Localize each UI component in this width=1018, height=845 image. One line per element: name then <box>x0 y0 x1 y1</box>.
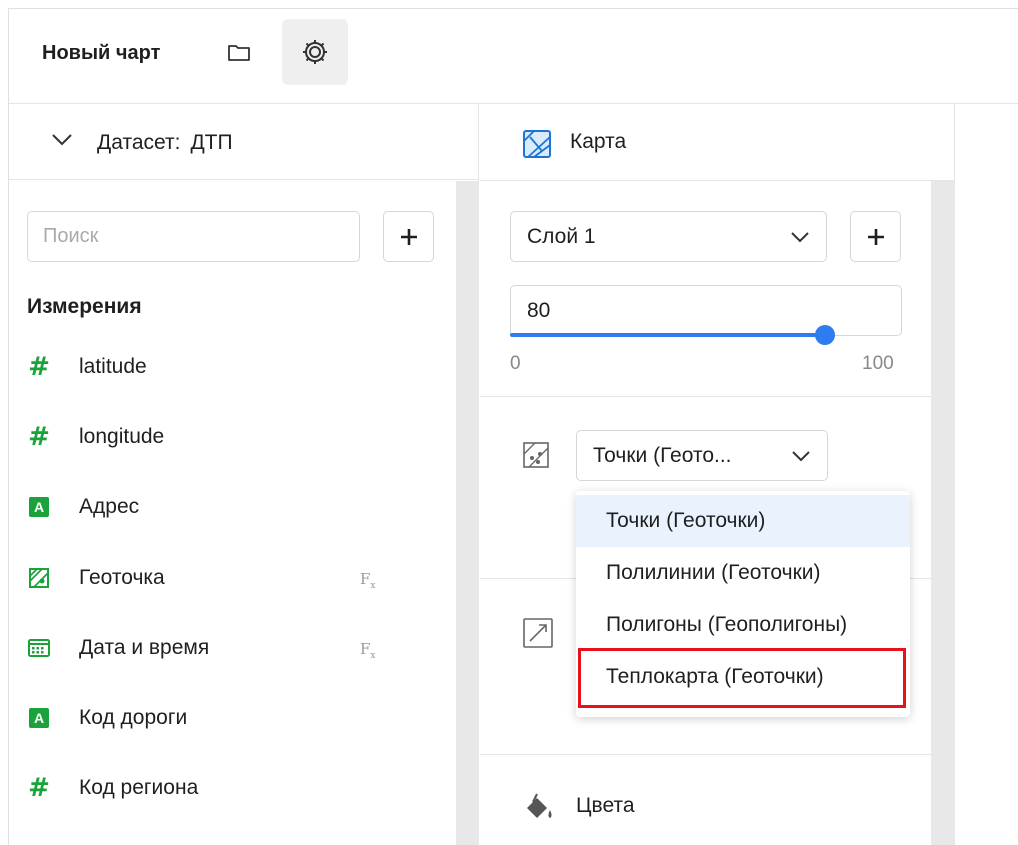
field-label: Дата и время <box>79 636 210 659</box>
settings-button[interactable] <box>282 19 348 85</box>
geometry-type-select[interactable]: Точки (Геото... <box>576 430 828 481</box>
field-item-geopoint[interactable]: Геоточка Fx <box>27 558 447 598</box>
opacity-input[interactable]: 80 <box>510 285 902 336</box>
layer-select[interactable]: Слой 1 <box>510 211 827 262</box>
field-label: latitude <box>79 355 147 378</box>
formula-icon: Fx <box>360 640 376 661</box>
geometry-icon <box>523 442 549 468</box>
visualization-type-label: Карта <box>570 130 627 153</box>
chevron-down-icon <box>791 232 809 243</box>
field-item-road-code[interactable]: A Код дороги <box>27 698 447 738</box>
string-type-letter: A <box>29 708 49 728</box>
chart-title[interactable]: Новый чарт <box>42 42 160 65</box>
section-divider <box>480 396 931 397</box>
dataset-prefix: Датасет: <box>97 131 181 154</box>
formula-icon: Fx <box>360 570 376 591</box>
dropdown-option-polylines[interactable]: Полилинии (Геоточки) <box>576 547 910 599</box>
settings-scrollbar[interactable] <box>931 181 955 845</box>
field-label: longitude <box>79 425 165 448</box>
map-icon <box>523 130 551 158</box>
visualization-panel: Карта Слой 1 80 0 100 Точки (Геото... Цв… <box>480 104 955 845</box>
number-type-icon: # <box>28 773 50 803</box>
field-item-datetime[interactable]: Дата и время Fx <box>27 628 447 668</box>
dataset-label: Датасет: ДТП <box>97 131 233 155</box>
highlight-box <box>578 648 906 708</box>
layer-select-value: Слой 1 <box>527 225 596 248</box>
number-type-icon: # <box>28 422 50 452</box>
field-label: Код дороги <box>79 706 188 729</box>
string-type-icon: A <box>27 706 51 730</box>
opacity-slider-handle[interactable] <box>815 325 835 345</box>
add-field-button[interactable] <box>383 211 434 262</box>
fields-scrollbar[interactable] <box>456 181 479 845</box>
opacity-slider-min: 0 <box>510 353 521 374</box>
plus-icon <box>867 228 884 245</box>
dimensions-title: Измерения <box>27 295 142 318</box>
string-type-letter: A <box>29 497 49 517</box>
section-divider <box>480 754 931 755</box>
opacity-slider-track[interactable] <box>510 333 825 337</box>
field-item-latitude[interactable]: # latitude <box>27 347 447 387</box>
number-type-icon: # <box>28 352 50 382</box>
field-item-longitude[interactable]: # longitude <box>27 417 447 457</box>
folder-icon <box>228 45 250 61</box>
search-input[interactable]: Поиск <box>27 211 360 262</box>
dataset-selector[interactable]: Датасет: ДТП <box>9 104 479 180</box>
opacity-value: 80 <box>527 299 551 322</box>
colors-section-label: Цвета <box>576 794 635 817</box>
folder-button[interactable] <box>223 37 255 69</box>
chevron-down-icon <box>792 451 810 462</box>
geopoint-type-icon <box>27 566 51 590</box>
dropdown-option-points[interactable]: Точки (Геоточки) <box>576 495 910 547</box>
dataset-name: ДТП <box>190 131 233 154</box>
field-label: Код региона <box>79 776 199 799</box>
geometry-type-value: Точки (Геото... <box>593 444 732 467</box>
plus-icon <box>400 228 417 245</box>
chart-header: Новый чарт <box>9 9 1018 104</box>
dropdown-option-polygons[interactable]: Полигоны (Геополигоны) <box>576 599 910 651</box>
field-item-region-code[interactable]: # Код региона <box>27 768 447 808</box>
chart-area <box>956 104 1018 845</box>
paint-bucket-icon <box>527 793 552 818</box>
gear-icon <box>303 40 327 64</box>
add-layer-button[interactable] <box>850 211 901 262</box>
field-label: Адрес <box>79 495 140 518</box>
opacity-slider-max: 100 <box>862 353 894 374</box>
string-type-icon: A <box>27 495 51 519</box>
field-item-address[interactable]: A Адрес <box>27 487 447 527</box>
datetime-type-icon <box>27 636 51 660</box>
field-label: Геоточка <box>79 566 165 589</box>
visualization-type-selector[interactable]: Карта <box>480 104 955 181</box>
size-icon <box>523 618 553 648</box>
chevron-down-icon[interactable] <box>51 133 73 147</box>
dataset-panel: Датасет: ДТП Поиск Измерения # latitude #… <box>9 104 479 845</box>
